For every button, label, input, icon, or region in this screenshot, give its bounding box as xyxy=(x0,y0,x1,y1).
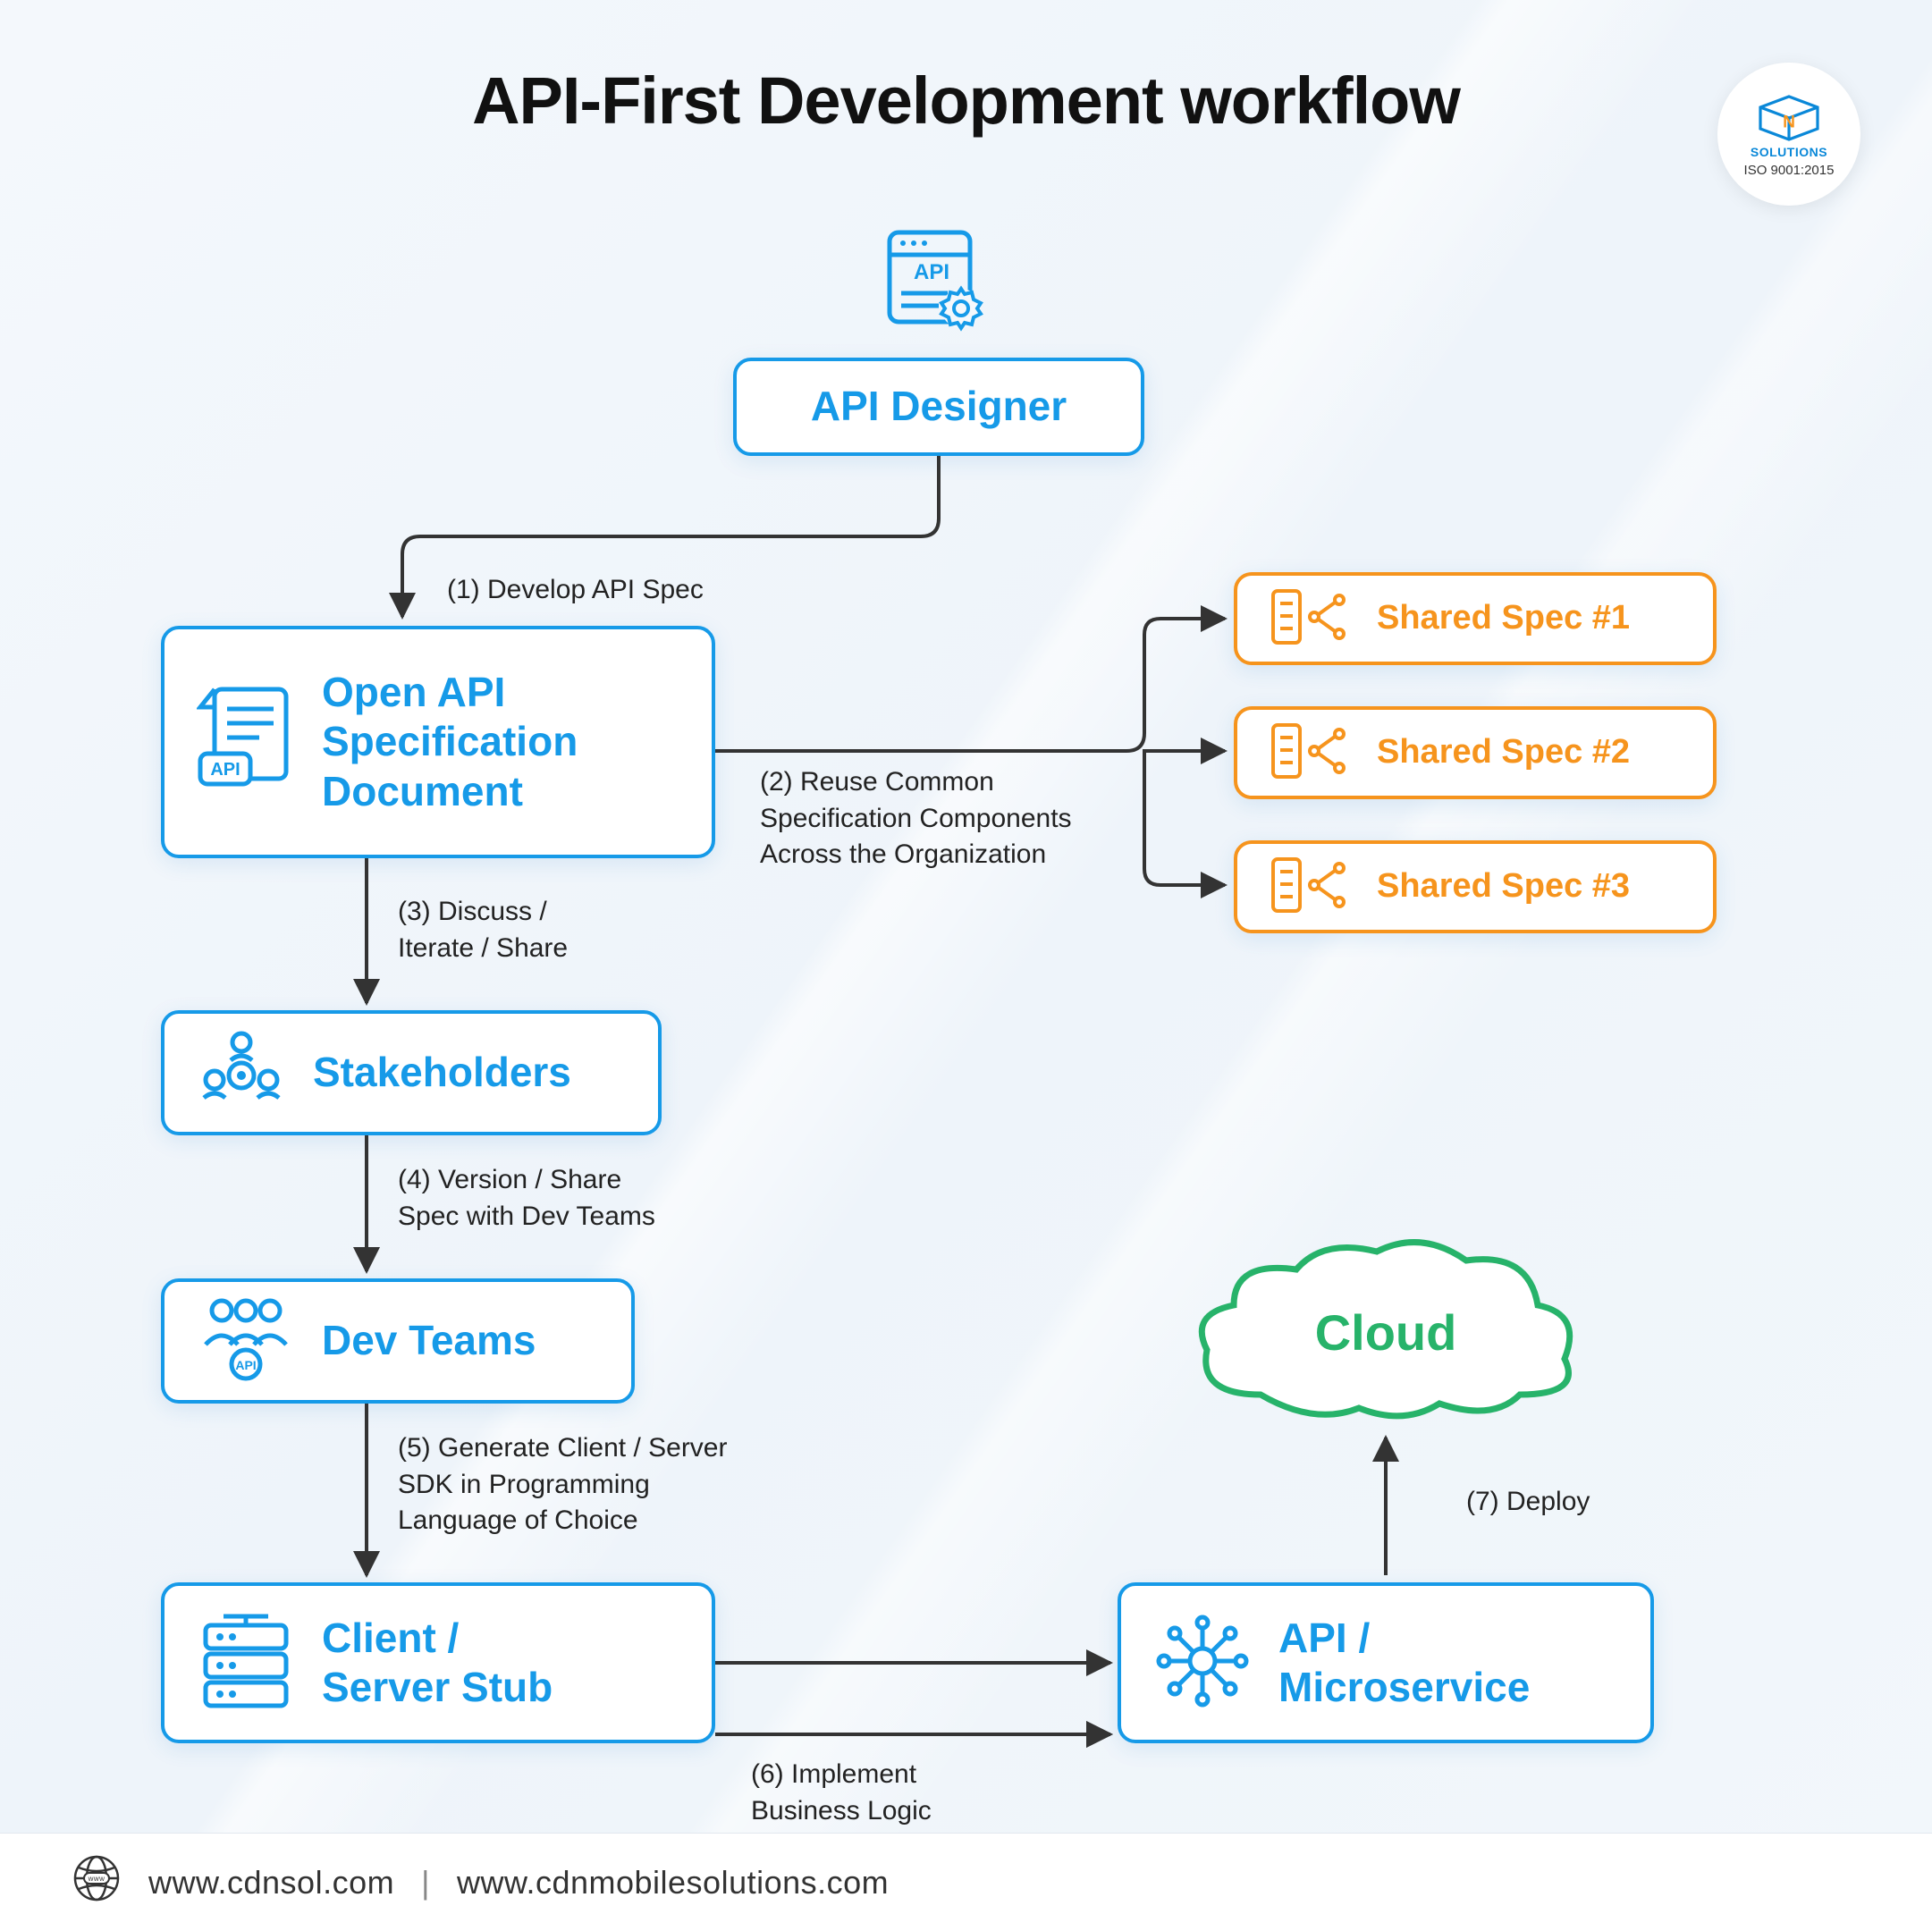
node-client-server-stub: Client / Server Stub xyxy=(161,1582,715,1743)
node-api-designer-label: API Designer xyxy=(811,382,1067,431)
svg-text:www: www xyxy=(88,1875,105,1883)
node-api-designer: API Designer xyxy=(733,358,1144,456)
globe-icon: www xyxy=(72,1853,122,1911)
footer-sep: | xyxy=(421,1864,430,1901)
step-5-label: (5) Generate Client / Server SDK in Prog… xyxy=(398,1430,727,1539)
stakeholders-icon xyxy=(197,1026,286,1120)
node-cloud-label: Cloud xyxy=(1315,1304,1457,1361)
node-shared-spec-1-label: Shared Spec #1 xyxy=(1377,598,1630,639)
shared-spec-icon xyxy=(1270,720,1350,787)
svg-text:API: API xyxy=(210,760,240,780)
svg-text:N: N xyxy=(1783,113,1795,131)
step-1-label: (1) Develop API Spec xyxy=(447,572,704,609)
api-config-icon: API xyxy=(876,223,1001,353)
footer: www www.cdnsol.com | www.cdnmobilesoluti… xyxy=(0,1833,1932,1931)
node-api-microservice-label: API / Microservice xyxy=(1278,1614,1530,1712)
node-open-api-spec-label: Open API Specification Document xyxy=(322,668,578,816)
node-shared-spec-3-label: Shared Spec #3 xyxy=(1377,866,1630,907)
footer-url-2: www.cdnmobilesolutions.com xyxy=(457,1864,889,1901)
footer-url-1: www.cdnsol.com xyxy=(148,1864,394,1901)
node-open-api-spec: API Open API Specification Document xyxy=(161,626,715,858)
node-shared-spec-3: Shared Spec #3 xyxy=(1234,840,1717,933)
microservice-icon xyxy=(1153,1612,1252,1715)
node-shared-spec-2-label: Shared Spec #2 xyxy=(1377,732,1630,773)
shared-spec-icon xyxy=(1270,586,1350,653)
step-3-label: (3) Discuss / Iterate / Share xyxy=(398,894,568,966)
step-2-label: (2) Reuse Common Specification Component… xyxy=(760,764,1072,873)
node-stakeholders-label: Stakeholders xyxy=(313,1048,571,1097)
cdn-logo-icon: N xyxy=(1753,91,1825,145)
page-title: API-First Development workflow xyxy=(0,63,1932,139)
node-dev-teams-label: Dev Teams xyxy=(322,1316,536,1365)
server-stub-icon xyxy=(197,1607,295,1719)
document-api-icon: API xyxy=(197,682,295,803)
svg-text:API: API xyxy=(914,260,949,284)
node-shared-spec-2: Shared Spec #2 xyxy=(1234,706,1717,799)
brand-sub: SOLUTIONS xyxy=(1751,145,1827,159)
node-dev-teams: API Dev Teams xyxy=(161,1278,635,1404)
step-4-label: (4) Version / Share Spec with Dev Teams xyxy=(398,1162,655,1235)
node-stakeholders: Stakeholders xyxy=(161,1010,662,1135)
step-7-label: (7) Deploy xyxy=(1466,1484,1590,1521)
brand-iso: ISO 9001:2015 xyxy=(1744,163,1835,178)
node-cloud: Cloud xyxy=(1180,1234,1591,1453)
node-api-microservice: API / Microservice xyxy=(1118,1582,1654,1743)
shared-spec-icon xyxy=(1270,854,1350,921)
node-client-server-stub-label: Client / Server Stub xyxy=(322,1614,553,1712)
svg-text:API: API xyxy=(235,1358,256,1372)
brand-logo: N SOLUTIONS ISO 9001:2015 xyxy=(1717,63,1860,206)
dev-teams-icon: API xyxy=(197,1294,295,1388)
node-shared-spec-1: Shared Spec #1 xyxy=(1234,572,1717,665)
step-6-label: (6) Implement Business Logic xyxy=(751,1757,932,1829)
